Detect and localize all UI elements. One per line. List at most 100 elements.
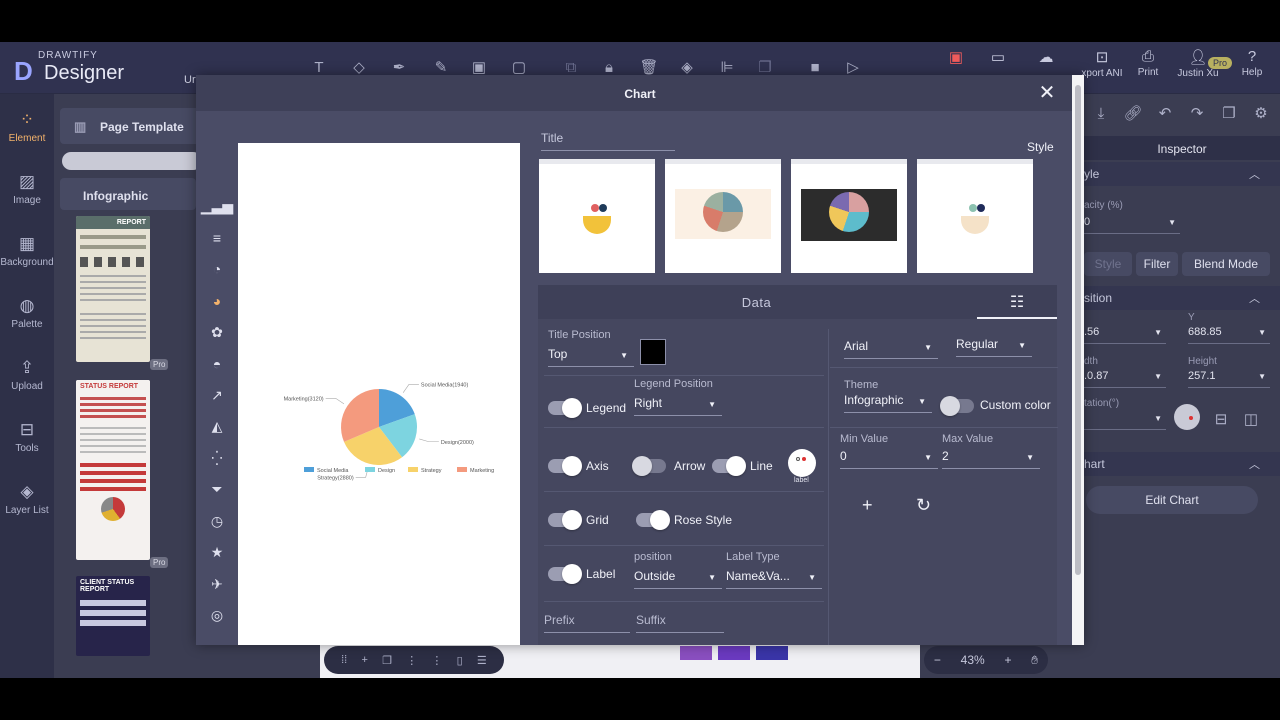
rail-item-background[interactable]: ▦ Background	[0, 234, 54, 268]
area-chart-icon[interactable]: ◭	[204, 414, 230, 440]
line-toggle[interactable]	[712, 456, 746, 476]
rail-item-image[interactable]: ▨ Image	[0, 172, 54, 206]
legend-label: Design	[378, 468, 395, 474]
inspector-position-section[interactable]: sition ︿	[1084, 286, 1280, 310]
rail-item-element[interactable]: ⁘ Element	[0, 110, 54, 144]
flip-vertical-icon[interactable]: ⊟	[1210, 408, 1232, 430]
label-type-select[interactable]: Name&Va... ▼	[726, 569, 822, 589]
theme-select[interactable]: Infographic ▼	[844, 393, 932, 413]
label-toggle[interactable]	[548, 564, 582, 584]
rose-chart-icon[interactable]: ✿	[204, 319, 230, 345]
zoom-level[interactable]: 43%	[961, 653, 985, 667]
font-family-select[interactable]: Arial ▼	[844, 339, 938, 359]
rose-style-toggle[interactable]	[636, 510, 670, 530]
grid-toggle[interactable]	[548, 510, 582, 530]
rotation-dial[interactable]	[1174, 404, 1200, 430]
title-color-swatch[interactable]	[640, 339, 666, 365]
style-button[interactable]: Style	[1084, 252, 1132, 276]
save-button[interactable]: ▣	[944, 48, 968, 68]
add-icon[interactable]: +	[862, 495, 873, 516]
line-chart-icon[interactable]: ↗	[204, 382, 230, 408]
bar-chart-icon[interactable]: ▁▃▅	[201, 193, 233, 219]
custom-color-toggle[interactable]	[940, 396, 974, 416]
legend-position-select[interactable]: Right ▼	[634, 396, 722, 416]
document-name[interactable]: Ur	[184, 74, 196, 86]
flip-horizontal-icon[interactable]: ◫	[1240, 408, 1262, 430]
settings-icon[interactable]: ⚙	[1250, 102, 1272, 124]
template-search[interactable]	[62, 152, 202, 170]
suffix-input[interactable]: Suffix	[636, 613, 724, 633]
prefix-input[interactable]: Prefix	[544, 613, 630, 633]
legend-toggle[interactable]	[548, 398, 582, 418]
gauge-chart-icon[interactable]: ◷	[204, 508, 230, 534]
radar-chart-icon[interactable]: ★	[204, 540, 230, 566]
cloud-button[interactable]: ☁	[1034, 48, 1058, 68]
x-field[interactable]: .56 ▼	[1084, 326, 1166, 344]
style-option-2[interactable]	[665, 159, 781, 273]
export-ani-button[interactable]: ⊡ xport ANI	[1080, 48, 1124, 79]
pie-chart-icon[interactable]: ◕	[204, 288, 230, 314]
inspector-chart-section[interactable]: hart ︿	[1084, 452, 1280, 476]
list-icon[interactable]: ☰	[477, 654, 487, 667]
close-icon[interactable]: ✕	[1036, 83, 1058, 105]
label-position-select[interactable]: Outside ▼	[634, 569, 722, 589]
opacity-field[interactable]: 0 ▼	[1084, 216, 1180, 234]
download-icon[interactable]: ⤓	[1090, 102, 1112, 124]
max-value-select[interactable]: 2 ▼	[942, 449, 1040, 469]
template-thumb[interactable]: STATUS REPORT	[76, 380, 150, 560]
label-style-button[interactable]	[788, 449, 816, 477]
filter-button[interactable]: Filter	[1136, 252, 1178, 276]
blend-mode-button[interactable]: Blend Mode	[1182, 252, 1270, 276]
modal-scrollbar[interactable]	[1072, 75, 1084, 645]
half-pie-icon[interactable]: ◓	[204, 351, 230, 377]
dots-icon[interactable]: ⋮	[406, 654, 417, 667]
width-field[interactable]: .0.87 ▼	[1084, 370, 1166, 388]
rail-item-palette[interactable]: ◍ Palette	[0, 296, 54, 330]
rotation-field[interactable]: ▼	[1084, 412, 1166, 430]
tab-data[interactable]: Data	[538, 285, 975, 319]
donut-chart-icon[interactable]: ◔	[204, 256, 230, 282]
height-field[interactable]: 257.1 ▼	[1188, 370, 1270, 388]
scrollbar-thumb[interactable]	[1075, 85, 1081, 575]
zoom-out-icon[interactable]: −	[934, 653, 941, 667]
present-button[interactable]: ▭	[986, 48, 1010, 68]
undo-icon[interactable]: ↶	[1154, 102, 1176, 124]
rail-item-tools[interactable]: ⊟ Tools	[0, 420, 54, 454]
arrow-toggle[interactable]	[632, 456, 666, 476]
copy-icon[interactable]: ❐	[382, 654, 392, 667]
inspector-style-section[interactable]: yle ︿	[1084, 162, 1280, 186]
template-thumb[interactable]: REPORT	[76, 216, 150, 362]
more-icon[interactable]: ⋮	[431, 654, 442, 667]
rail-item-layer-list[interactable]: ◈ Layer List	[0, 482, 54, 516]
style-option-1[interactable]	[539, 159, 655, 273]
redo-icon[interactable]: ↷	[1186, 102, 1208, 124]
horizontal-bar-icon[interactable]: ≡	[204, 225, 230, 251]
help-button[interactable]: ? Help	[1238, 48, 1266, 78]
axis-toggle[interactable]	[548, 456, 582, 476]
scatter-chart-icon[interactable]: ⁛	[204, 445, 230, 471]
copy-icon[interactable]: ❐	[1218, 102, 1240, 124]
rail-item-upload[interactable]: ⇪ Upload	[0, 358, 54, 392]
edit-chart-button[interactable]: Edit Chart	[1086, 486, 1258, 514]
tab-settings[interactable]: ☷	[977, 285, 1057, 319]
spiral-chart-icon[interactable]: ◎	[204, 603, 230, 629]
hand-icon[interactable]: ✋︎	[1031, 653, 1038, 668]
flight-chart-icon[interactable]: ✈	[204, 571, 230, 597]
zoom-in-icon[interactable]: +	[1004, 653, 1011, 667]
template-thumb[interactable]: CLIENT STATUS REPORT	[76, 576, 150, 656]
book-icon[interactable]: ▯	[457, 654, 463, 667]
font-weight-select[interactable]: Regular ▼	[956, 337, 1032, 357]
style-option-3[interactable]	[791, 159, 907, 273]
y-field[interactable]: 688.85 ▼	[1188, 326, 1270, 344]
min-value-select[interactable]: 0 ▼	[840, 449, 938, 469]
grid-icon[interactable]: ⁞⁞	[341, 654, 347, 666]
print-button[interactable]: ⎙ Print	[1132, 48, 1164, 78]
chart-title-input[interactable]: Title	[541, 131, 675, 151]
refresh-icon[interactable]: ↻	[916, 495, 931, 516]
link-icon[interactable]: 🔗︎	[1122, 102, 1144, 124]
category-infographic[interactable]: Infographic	[60, 178, 196, 210]
add-icon[interactable]: +	[361, 654, 367, 666]
style-option-4[interactable]	[917, 159, 1033, 273]
title-position-select[interactable]: Top ▼	[548, 347, 634, 367]
funnel-chart-icon[interactable]: ⏷	[204, 477, 230, 503]
